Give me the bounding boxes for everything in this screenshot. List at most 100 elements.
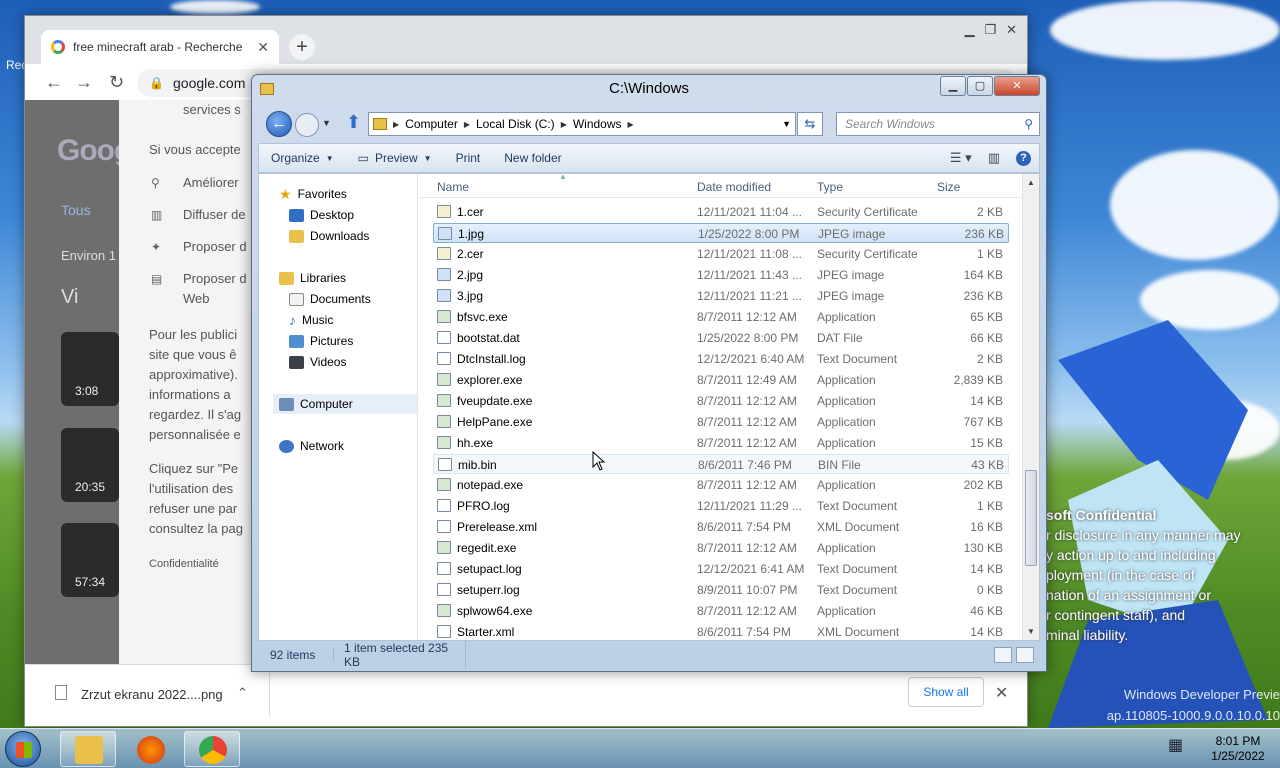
video-thumbnail[interactable]: 57:34	[61, 523, 119, 597]
reload-icon[interactable]: ↻	[109, 72, 124, 93]
file-row[interactable]: bfsvc.exe 8/7/2011 12:12 AM Application 65 …	[433, 307, 1009, 327]
file-row[interactable]: regedit.exe 8/7/2011 12:12 AM Application 1…	[433, 538, 1009, 558]
file-size: 202 KB	[963, 478, 1003, 492]
file-row[interactable]: 2.cer 12/11/2021 11:08 ... Security Certif…	[433, 244, 1009, 264]
nav-libraries[interactable]: Libraries	[279, 268, 346, 288]
new-tab-button[interactable]: +	[289, 34, 315, 60]
forward-button[interactable]	[295, 113, 319, 137]
nav-desktop[interactable]: Desktop	[289, 205, 354, 225]
file-row[interactable]: 1.jpg 1/25/2022 8:00 PM JPEG image 236 KB	[433, 223, 1009, 243]
confidential-watermark: soft Confidential r disclosure in any ma…	[1046, 505, 1280, 645]
file-row[interactable]: HelpPane.exe 8/7/2011 12:12 AM Application…	[433, 412, 1009, 432]
vertical-scrollbar[interactable]: ▲ ▼	[1022, 174, 1039, 640]
scroll-down-icon[interactable]: ▼	[1027, 627, 1035, 636]
nav-videos[interactable]: Videos	[289, 352, 346, 372]
history-dropdown-icon[interactable]: ▼	[322, 118, 331, 128]
file-row[interactable]: 1.cer 12/11/2021 11:04 ... Security Certif…	[433, 202, 1009, 222]
mouse-cursor-icon	[592, 451, 606, 471]
nav-pictures[interactable]: Pictures	[289, 331, 353, 351]
privacy-link[interactable]: Confidentialité	[149, 554, 258, 574]
organize-button[interactable]: Organize ▼	[259, 151, 346, 165]
nav-computer[interactable]: Computer	[273, 394, 417, 414]
file-row[interactable]: mib.bin 8/6/2011 7:46 PM BIN File 43 KB	[433, 454, 1009, 474]
scrollbar-thumb[interactable]	[1025, 470, 1037, 566]
file-row[interactable]: fveupdate.exe 8/7/2011 12:12 AM Applicatio…	[433, 391, 1009, 411]
forward-arrow-icon[interactable]: →	[75, 72, 93, 93]
column-date[interactable]: Date modified	[697, 180, 771, 194]
taskbar-firefox[interactable]	[122, 731, 178, 767]
file-row[interactable]: bootstat.dat 1/25/2022 8:00 PM DAT File 66 …	[433, 328, 1009, 348]
taskbar-chrome[interactable]	[184, 731, 240, 767]
minimize-icon[interactable]: ▁	[964, 22, 974, 38]
file-row[interactable]: 3.jpg 12/11/2021 11:21 ... JPEG image 236 K…	[433, 286, 1009, 306]
file-row[interactable]: PFRO.log 12/11/2021 11:29 ... Text Documen…	[433, 496, 1009, 516]
column-name[interactable]: Name	[437, 180, 469, 194]
network-tray-icon[interactable]: ▦	[1168, 735, 1183, 755]
file-row[interactable]: Starter.xml 8/6/2011 7:54 PM XML Document 1…	[433, 622, 1009, 640]
view-options-icon[interactable]: ☰ ▾	[950, 150, 972, 166]
video-thumbnail[interactable]: 3:08	[61, 332, 119, 406]
start-button[interactable]	[5, 731, 41, 767]
back-arrow-icon[interactable]: ←	[45, 72, 63, 93]
build-line: Windows Developer Previe	[1123, 687, 1280, 702]
details-view-icon[interactable]	[994, 647, 1012, 663]
scroll-up-icon[interactable]: ▲	[1027, 178, 1035, 187]
close-download-bar-icon[interactable]: ✕	[995, 683, 1008, 703]
file-row[interactable]: notepad.exe 8/7/2011 12:12 AM Application 2…	[433, 475, 1009, 495]
file-row[interactable]: setuperr.log 8/9/2011 10:07 PM Text Docume…	[433, 580, 1009, 600]
address-bar[interactable]: ▶ Computer ▶ Local Disk (C:) ▶ Windows ▶…	[368, 112, 796, 136]
help-icon[interactable]: ?	[1016, 150, 1031, 166]
column-type[interactable]: Type	[817, 180, 843, 194]
taskbar-explorer[interactable]	[60, 731, 116, 767]
tab-all[interactable]: Tous	[61, 202, 91, 218]
show-all-button[interactable]: Show all	[908, 677, 984, 707]
downloads-icon	[289, 229, 304, 243]
nav-favorites[interactable]: ★ Favorites	[279, 184, 347, 204]
maximize-button[interactable]: ▢	[967, 76, 993, 96]
confidential-line: y action up to and including	[1046, 547, 1216, 563]
nav-downloads[interactable]: Downloads	[289, 226, 369, 246]
file-type: Application	[817, 436, 876, 450]
back-button[interactable]: ←	[266, 111, 292, 137]
search-icon[interactable]: ⚲	[1024, 113, 1033, 135]
chevron-right-icon[interactable]: ▶	[464, 120, 470, 129]
chevron-right-icon[interactable]: ▶	[561, 120, 567, 129]
download-file[interactable]: Zrzut ekranu 2022....png	[81, 687, 223, 702]
file-row[interactable]: DtcInstall.log 12/12/2021 6:40 AM Text Doc…	[433, 349, 1009, 369]
file-type-icon	[437, 331, 451, 344]
refresh-button[interactable]: ⇆	[797, 112, 823, 136]
close-icon[interactable]: ✕	[1006, 22, 1017, 38]
new-folder-button[interactable]: New folder	[492, 151, 573, 165]
file-row[interactable]: 2.jpg 12/11/2021 11:43 ... JPEG image 164 K…	[433, 265, 1009, 285]
print-button[interactable]: Print	[444, 151, 493, 165]
chevron-right-icon[interactable]: ▶	[393, 120, 399, 129]
breadcrumb-windows[interactable]: Windows	[573, 117, 622, 131]
search-input[interactable]: Search Windows ⚲	[836, 112, 1040, 136]
video-thumbnail[interactable]: 20:35	[61, 428, 119, 502]
column-size[interactable]: Size	[937, 180, 960, 194]
file-size: 2 KB	[976, 205, 1003, 219]
minimize-button[interactable]: ▁	[940, 76, 966, 96]
close-button[interactable]: ✕	[994, 76, 1040, 96]
file-row[interactable]: hh.exe 8/7/2011 12:12 AM Application 15 KB	[433, 433, 1009, 453]
nav-music[interactable]: ♪ Music	[289, 310, 333, 330]
address-dropdown-icon[interactable]: ▼	[782, 119, 795, 129]
file-row[interactable]: explorer.exe 8/7/2011 12:49 AM Application…	[433, 370, 1009, 390]
preview-pane-icon[interactable]: ▥	[988, 150, 1000, 166]
browser-tab[interactable]: free minecraft arab - Recherche ✕	[41, 30, 279, 64]
breadcrumb-computer[interactable]: Computer	[405, 117, 458, 131]
nav-documents[interactable]: Documents	[289, 289, 371, 309]
file-row[interactable]: setupact.log 12/12/2021 6:41 AM Text Docum…	[433, 559, 1009, 579]
preview-button[interactable]: ▭ Preview ▼	[346, 151, 444, 165]
file-row[interactable]: Prerelease.xml 8/6/2011 7:54 PM XML Docume…	[433, 517, 1009, 537]
clock[interactable]: 8:01 PM 1/25/2022	[1198, 734, 1278, 764]
restore-icon[interactable]: ❐	[984, 22, 996, 38]
chevron-right-icon[interactable]: ▶	[628, 120, 634, 129]
nav-network[interactable]: Network	[279, 436, 344, 456]
file-row[interactable]: splwow64.exe 8/7/2011 12:12 AM Application…	[433, 601, 1009, 621]
breadcrumb-local-disk[interactable]: Local Disk (C:)	[476, 117, 555, 131]
large-icons-view-icon[interactable]	[1016, 647, 1034, 663]
chevron-up-icon[interactable]: ⌃	[237, 685, 248, 701]
up-arrow-icon[interactable]: ⬆	[346, 112, 361, 133]
close-tab-icon[interactable]: ✕	[257, 39, 269, 56]
